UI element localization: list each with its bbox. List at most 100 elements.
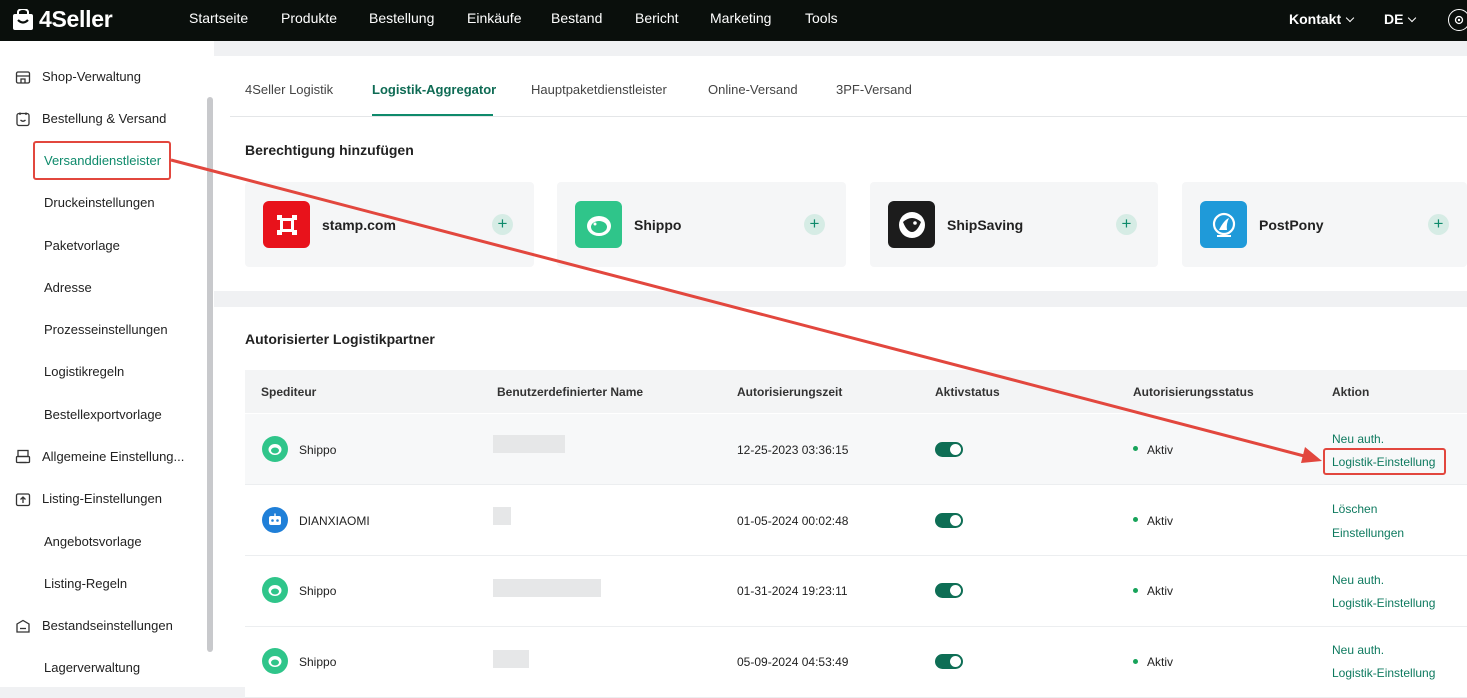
nav-startseite[interactable]: Startseite bbox=[189, 10, 248, 26]
nav-produkte[interactable]: Produkte bbox=[281, 10, 337, 26]
shop-icon bbox=[15, 71, 31, 84]
top-navigation-bar: 4Seller Startseite Produkte Bestellung E… bbox=[0, 0, 1467, 41]
annotation-highlight-box bbox=[33, 141, 171, 180]
app-logo[interactable]: 4Seller bbox=[12, 6, 113, 33]
carrier-name: Shippo bbox=[299, 443, 337, 457]
carrier-card-postpony[interactable]: PostPony + bbox=[1182, 182, 1467, 267]
logo-text: 4Seller bbox=[39, 6, 113, 32]
robot-icon bbox=[262, 507, 288, 533]
reauth-link[interactable]: Neu auth. bbox=[1332, 573, 1384, 587]
shopping-bag-logo-icon bbox=[13, 8, 33, 30]
tab-online-versand[interactable]: Online-Versand bbox=[708, 82, 798, 97]
active-toggle[interactable] bbox=[935, 513, 963, 528]
sidebar-group-shop-verwaltung[interactable]: Shop-Verwaltung bbox=[42, 69, 141, 84]
status-dot bbox=[1133, 588, 1138, 593]
order-icon bbox=[16, 112, 30, 127]
column-header-aktion: Aktion bbox=[1332, 385, 1370, 399]
shippo-logo-icon bbox=[575, 201, 622, 248]
shippo-icon bbox=[262, 648, 288, 674]
carrier-card-shippo[interactable]: Shippo + bbox=[557, 182, 846, 267]
active-toggle[interactable] bbox=[935, 442, 963, 457]
authorization-status: Aktiv bbox=[1147, 443, 1174, 457]
sidebar-item-listing-regeln[interactable]: Listing-Regeln bbox=[44, 576, 127, 591]
active-tab-indicator bbox=[372, 114, 493, 116]
column-header-aktivstatus: Aktivstatus bbox=[935, 385, 1000, 399]
sidebar-group-bestandseinstellungen[interactable]: Bestandseinstellungen bbox=[42, 618, 173, 633]
logistics-settings-link[interactable]: Logistik-Einstellung bbox=[1332, 666, 1435, 680]
authorization-time: 01-05-2024 00:02:48 bbox=[737, 514, 849, 528]
carrier-name: DIANXIAOMI bbox=[299, 514, 370, 528]
column-header-zeit: Autorisierungszeit bbox=[737, 385, 843, 399]
sidebar-item-paketvorlage[interactable]: Paketvorlage bbox=[44, 238, 120, 253]
shippo-icon bbox=[262, 436, 288, 462]
nav-bestellung[interactable]: Bestellung bbox=[369, 10, 434, 26]
sidebar-item-adresse[interactable]: Adresse bbox=[44, 280, 92, 295]
reauth-link[interactable]: Neu auth. bbox=[1332, 643, 1384, 657]
tab-3pf-versand[interactable]: 3PF-Versand bbox=[836, 82, 912, 97]
table-row bbox=[245, 414, 1467, 485]
printer-icon bbox=[15, 449, 31, 464]
card-name-stamp: stamp.com bbox=[322, 217, 396, 233]
upload-icon bbox=[15, 493, 31, 507]
tab-logistik-aggregator[interactable]: Logistik-Aggregator bbox=[372, 82, 496, 97]
nav-marketing[interactable]: Marketing bbox=[710, 10, 771, 26]
blurred-custom-name bbox=[493, 650, 529, 668]
carrier-name: Shippo bbox=[299, 655, 337, 669]
blurred-custom-name bbox=[493, 435, 565, 453]
settings-link[interactable]: Einstellungen bbox=[1332, 526, 1404, 540]
language-menu[interactable]: DE bbox=[1384, 11, 1417, 27]
nav-bestand[interactable]: Bestand bbox=[551, 10, 602, 26]
status-dot bbox=[1133, 517, 1138, 522]
add-stamp-button[interactable]: + bbox=[492, 214, 513, 235]
logistics-settings-link[interactable]: Logistik-Einstellung bbox=[1332, 596, 1435, 610]
contact-label: Kontakt bbox=[1289, 11, 1342, 27]
tab-4seller-logistik[interactable]: 4Seller Logistik bbox=[245, 82, 333, 97]
tab-hauptpaketdienstleister[interactable]: Hauptpaketdienstleister bbox=[531, 82, 667, 97]
active-toggle[interactable] bbox=[935, 654, 963, 669]
sidebar-group-allgemeine-einstellungen[interactable]: Allgemeine Einstellung... bbox=[42, 449, 184, 464]
sidebar-item-lagerverwaltung[interactable]: Lagerverwaltung bbox=[44, 660, 140, 675]
sidebar-item-druckeinstellungen[interactable]: Druckeinstellungen bbox=[44, 195, 155, 210]
sidebar-item-prozesseinstellungen[interactable]: Prozesseinstellungen bbox=[44, 322, 168, 337]
add-shipsaving-button[interactable]: + bbox=[1116, 214, 1137, 235]
add-shippo-button[interactable]: + bbox=[804, 214, 825, 235]
column-header-autorisierungsstatus: Autorisierungsstatus bbox=[1133, 385, 1254, 399]
carrier-card-shipsaving[interactable]: ShipSaving + bbox=[870, 182, 1158, 267]
column-header-spediteur: Spediteur bbox=[261, 385, 317, 399]
reauth-link[interactable]: Neu auth. bbox=[1332, 432, 1384, 446]
authorization-status: Aktiv bbox=[1147, 584, 1174, 598]
postpony-logo-icon bbox=[1200, 201, 1247, 248]
sidebar-item-logistikregeln[interactable]: Logistikregeln bbox=[44, 364, 124, 379]
language-label: DE bbox=[1384, 11, 1404, 27]
authorized-partners-title: Autorisierter Logistikpartner bbox=[245, 331, 435, 347]
authorization-status: Aktiv bbox=[1147, 514, 1174, 528]
shipsaving-logo-icon bbox=[888, 201, 935, 248]
sidebar-item-angebotsvorlage[interactable]: Angebotsvorlage bbox=[44, 534, 142, 549]
annotation-highlight-box bbox=[1323, 448, 1446, 475]
chevron-down-icon bbox=[1345, 13, 1355, 23]
nav-einkaeufe[interactable]: Einkäufe bbox=[467, 10, 521, 26]
stock-icon bbox=[16, 619, 30, 633]
tab-divider bbox=[230, 116, 1467, 117]
sidebar-item-bestellexportvorlage[interactable]: Bestellexportvorlage bbox=[44, 407, 162, 422]
table-header bbox=[245, 370, 1467, 413]
sidebar-group-listing-einstellungen[interactable]: Listing-Einstellungen bbox=[42, 491, 162, 506]
delete-link[interactable]: Löschen bbox=[1332, 502, 1377, 516]
card-name-postpony: PostPony bbox=[1259, 217, 1324, 233]
settings-gear-icon[interactable] bbox=[1448, 9, 1467, 31]
authorization-status: Aktiv bbox=[1147, 655, 1174, 669]
table-row bbox=[245, 556, 1467, 627]
card-name-shippo: Shippo bbox=[634, 217, 682, 233]
carrier-card-stamp[interactable]: stamp.com + bbox=[245, 182, 534, 267]
status-dot bbox=[1133, 659, 1138, 664]
contact-menu[interactable]: Kontakt bbox=[1289, 11, 1355, 27]
card-name-shipsaving: ShipSaving bbox=[947, 217, 1024, 233]
blurred-custom-name bbox=[493, 507, 511, 525]
nav-bericht[interactable]: Bericht bbox=[635, 10, 679, 26]
add-postpony-button[interactable]: + bbox=[1428, 214, 1449, 235]
column-header-name: Benutzerdefinierter Name bbox=[497, 385, 644, 399]
sidebar-group-bestellung-versand[interactable]: Bestellung & Versand bbox=[42, 111, 166, 126]
sidebar-scrollbar[interactable] bbox=[207, 97, 213, 652]
active-toggle[interactable] bbox=[935, 583, 963, 598]
nav-tools[interactable]: Tools bbox=[805, 10, 838, 26]
